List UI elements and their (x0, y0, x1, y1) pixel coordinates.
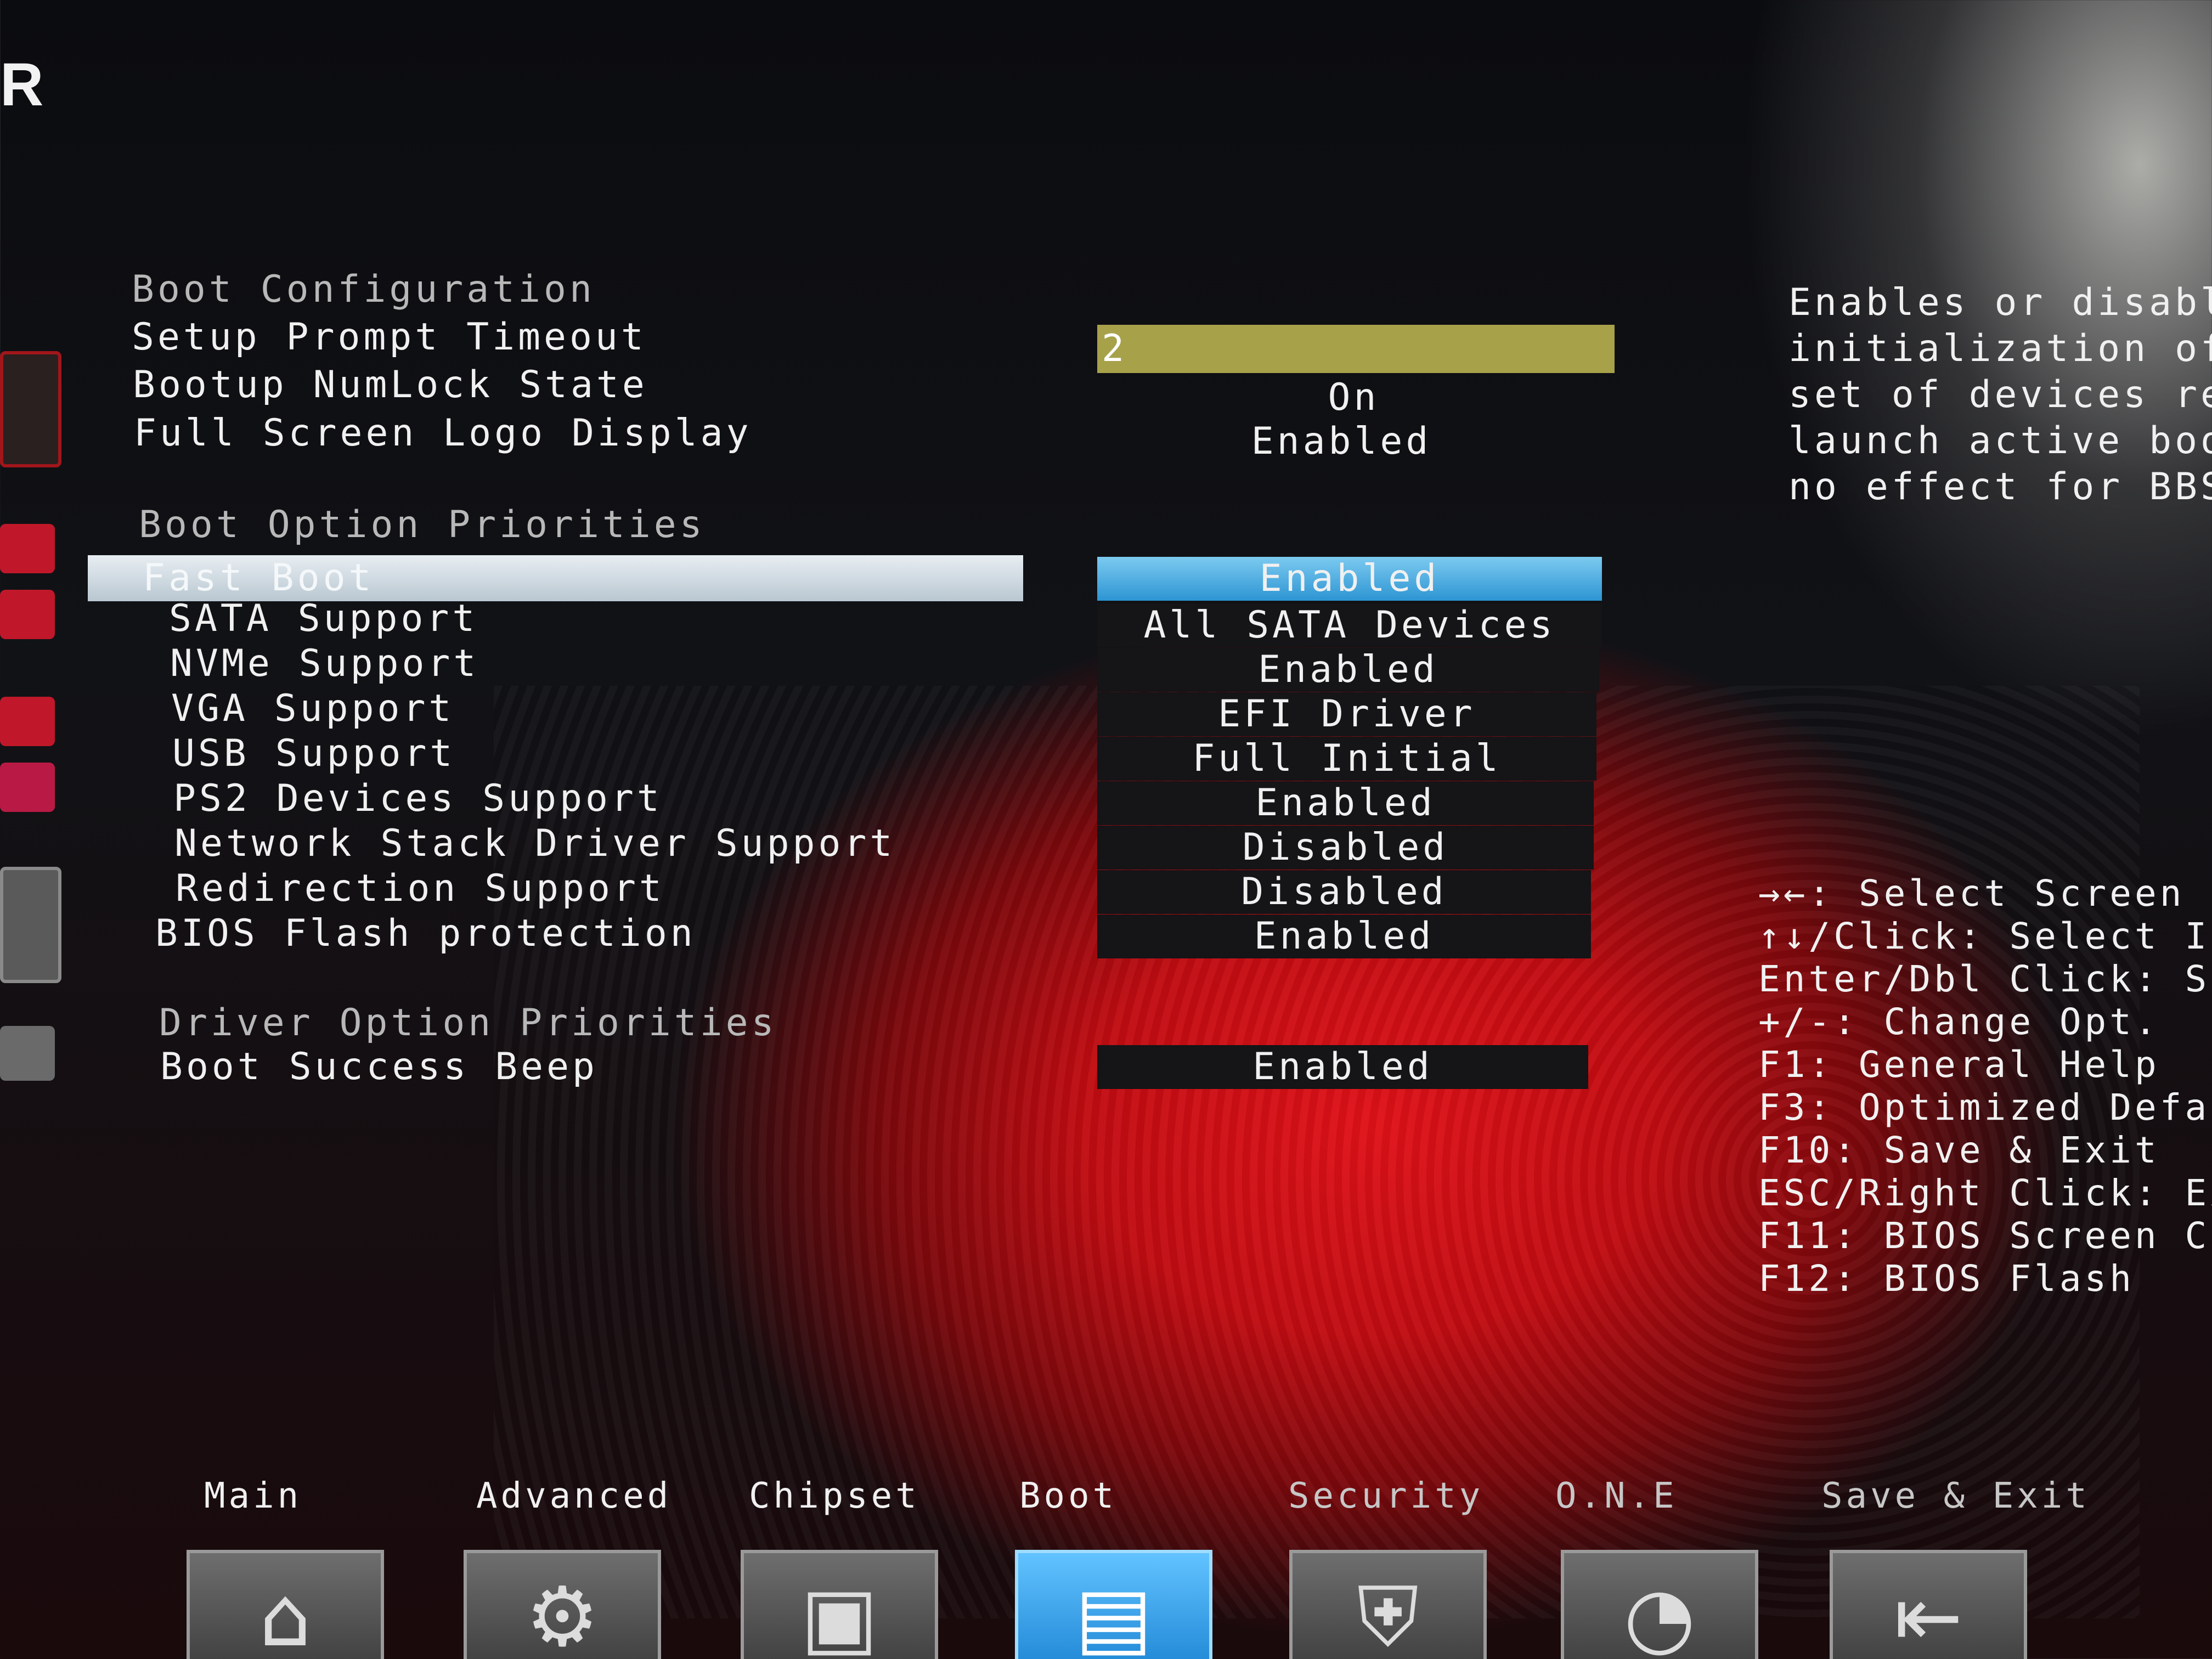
section-driver-option-priorities: Driver Option Priorities (159, 1001, 777, 1045)
label-boot-success-beep[interactable]: Boot Success Beep (160, 1045, 598, 1088)
side-icon-red-2 (0, 590, 55, 639)
key-help-line: F10: Save & Exit (1758, 1129, 2160, 1171)
key-help-panel: →←: Select Screen ↑↓/Click: Select I Enter… (1758, 872, 2212, 1300)
chipset-icon[interactable]: ▣ (741, 1550, 938, 1659)
key-help-line: F12: BIOS Flash (1758, 1257, 2135, 1300)
side-icon-red-1 (0, 524, 55, 573)
help-line: set of devices re (1788, 373, 2212, 416)
section-boot-option-priorities: Boot Option Priorities (139, 503, 706, 546)
side-icon-red-4 (0, 763, 55, 812)
key-help-line: F1: General Help (1758, 1043, 2160, 1086)
key-help-line: ESC/Right Click: Ex (1758, 1172, 2212, 1214)
tab-advanced-label[interactable]: Advanced (476, 1476, 672, 1516)
help-line: Enables or disabl (1788, 281, 2212, 324)
key-help-line: F11: BIOS Screen Ca (1758, 1215, 2212, 1257)
advanced-icon[interactable]: ⚙ (464, 1550, 661, 1659)
side-icon-digit (0, 351, 61, 467)
label-vga-support[interactable]: VGA Support (171, 687, 454, 730)
tab-security-label[interactable]: Security (1288, 1476, 1483, 1516)
label-setup-prompt-timeout[interactable]: Setup Prompt Timeout (132, 315, 647, 359)
label-fast-boot-selected[interactable]: Fast Boot (88, 555, 1023, 601)
tab-one-label[interactable]: O.N.E (1555, 1476, 1678, 1516)
security-shield-icon[interactable]: ⛨ (1289, 1550, 1487, 1659)
tab-save-exit-label[interactable]: Save & Exit (1821, 1476, 2090, 1516)
value-fast-boot[interactable]: Enabled (1097, 557, 1602, 601)
help-line: initialization of (1788, 327, 2212, 370)
key-help-line: Enter/Dbl Click: Se (1758, 958, 2212, 1000)
key-help-line: →←: Select Screen (1758, 872, 2185, 915)
section-boot-configuration: Boot Configuration (132, 268, 595, 311)
value-nvme-support[interactable]: Enabled (1097, 648, 1599, 692)
value-bios-flash-protection[interactable]: Enabled (1097, 915, 1591, 958)
home-icon[interactable]: ⌂ (187, 1550, 384, 1659)
side-icon-red-3 (0, 697, 55, 746)
folder-exit-icon[interactable]: ⇤ (1830, 1550, 2027, 1659)
label-usb-support[interactable]: USB Support (172, 732, 455, 775)
value-boot-success-beep[interactable]: Enabled (1097, 1045, 1588, 1089)
value-bootup-numlock-state[interactable]: On (1097, 376, 1610, 420)
gauge-icon[interactable]: ◔ (1561, 1550, 1758, 1659)
label-nvme-support[interactable]: NVMe Support (170, 642, 479, 685)
key-help-line: +/-: Change Opt. (1758, 1001, 2160, 1043)
side-icon-gray-2 (0, 1026, 55, 1081)
label-redirection-support[interactable]: Redirection Support (176, 867, 665, 910)
label-network-stack-driver-support[interactable]: Network Stack Driver Support (174, 822, 895, 865)
value-ps2-devices-support[interactable]: Enabled (1097, 781, 1594, 825)
label-ps2-devices-support[interactable]: PS2 Devices Support (173, 777, 663, 820)
value-network-stack-driver-support[interactable]: Disabled (1097, 826, 1594, 870)
item-help-text: Enables or disabl initialization of set of… (1788, 280, 2212, 510)
tab-chipset-label[interactable]: Chipset (749, 1476, 920, 1516)
label-full-screen-logo-display[interactable]: Full Screen Logo Display (134, 411, 752, 455)
label-bios-flash-protection[interactable]: BIOS Flash protection (155, 912, 696, 955)
label-sata-support[interactable]: SATA Support (169, 597, 478, 640)
label-bootup-numlock-state[interactable]: Bootup NumLock State (133, 363, 648, 407)
tab-main-label[interactable]: Main (204, 1476, 302, 1516)
setup-prompt-timeout-input[interactable]: 2 (1097, 325, 1615, 373)
value-vga-support[interactable]: EFI Driver (1097, 692, 1596, 736)
value-full-screen-logo-display[interactable]: Enabled (1097, 420, 1585, 464)
side-icon-gray-1 (0, 867, 61, 983)
brand-logo-fragment: R (0, 51, 44, 119)
value-usb-support[interactable]: Full Initial (1097, 737, 1596, 781)
boot-drive-icon[interactable]: ▤ (1015, 1550, 1212, 1659)
tab-boot-label[interactable]: Boot (1019, 1476, 1117, 1516)
value-sata-support[interactable]: All SATA Devices (1097, 603, 1602, 647)
key-help-line: F3: Optimized Defau (1758, 1086, 2212, 1128)
key-help-line: ↑↓/Click: Select I (1758, 915, 2210, 957)
help-line: launch active boo (1788, 419, 2212, 462)
value-redirection-support[interactable]: Disabled (1097, 870, 1591, 914)
help-line: no effect for BBS (1788, 465, 2212, 509)
